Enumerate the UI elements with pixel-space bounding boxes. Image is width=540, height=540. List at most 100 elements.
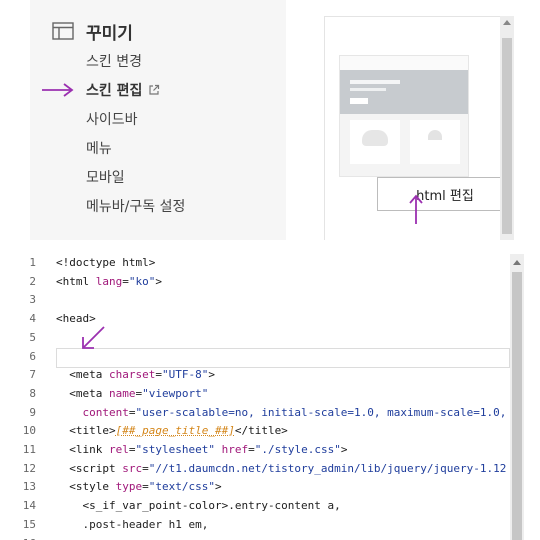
code-line[interactable]: <meta charset="UTF-8"> [56, 366, 215, 385]
code-line[interactable]: <html lang="ko"> [56, 273, 162, 292]
code-text-area[interactable]: <!doctype html> <html lang="ko"> <head> <m… [46, 254, 510, 540]
code-token: <meta [69, 386, 109, 400]
line-number: 4 [29, 312, 36, 326]
annotation-arrow-down-left [82, 326, 105, 349]
code-token: <style [69, 480, 116, 494]
code-token: = [122, 274, 129, 288]
skin-settings-panel: 꾸미기 스킨 변경 스킨 편집 사이드바 메뉴 모바일 메뉴바/구독 설정 ht… [0, 0, 540, 240]
line-number: 11 [22, 443, 36, 456]
code-token: <html [56, 274, 96, 288]
sidebar-item-edit-skin[interactable]: 스킨 편집 [86, 79, 160, 103]
annotation-arrow-right [42, 83, 74, 97]
chair-image [362, 130, 388, 146]
code-token: > [208, 368, 215, 382]
code-line[interactable]: <script src="//t1.daumcdn.net/tistory_ad… [56, 460, 506, 479]
line-number: 14 [22, 499, 36, 513]
sidebar-item-label: 스킨 변경 [86, 54, 142, 70]
sidebar-item-label: 메뉴바/구독 설정 [86, 199, 186, 215]
code-token: lang [95, 274, 123, 288]
sidebar-item-mobile[interactable]: 모바일 [86, 166, 125, 190]
sidebar-item-sidebar[interactable]: 사이드바 [86, 108, 138, 132]
code-token: > [214, 480, 222, 494]
code-token: .post-header h1 em, [56, 517, 209, 531]
line-number: 3 [29, 293, 36, 307]
code-token: rel [109, 443, 129, 456]
skin-thumbnail [339, 55, 469, 177]
menu-title: 꾸미기 [86, 23, 133, 44]
code-token: href [221, 443, 249, 456]
code-token: type [115, 480, 143, 494]
code-token: <script [69, 461, 123, 475]
code-token: = [142, 480, 149, 494]
code-line[interactable]: <!doctype html> [56, 254, 155, 273]
code-line[interactable]: <link rel="stylesheet" href="./style.css… [56, 441, 347, 460]
menu-header: 꾸미기 [52, 20, 133, 44]
line-number: 8 [29, 386, 36, 400]
line-number: 12 [22, 461, 36, 475]
scrollbar-thumb[interactable] [502, 38, 512, 234]
sidebar-item-label: 사이드바 [86, 112, 138, 128]
scroll-up-icon[interactable] [503, 20, 511, 25]
code-token: = [248, 443, 255, 456]
sidebar-item-label: 모바일 [86, 170, 125, 186]
layout-icon [52, 22, 74, 40]
sidebar-item-menu[interactable]: 메뉴 [86, 137, 112, 161]
code-token: name [109, 386, 136, 400]
scroll-up-icon[interactable] [513, 260, 521, 265]
code-line[interactable]: content="user-scalable=no, initial-scale… [56, 404, 507, 423]
code-token: "//t1.daumcdn.net/tistory_admin/lib/jque… [148, 461, 507, 475]
sidebar-item-label: 메뉴 [86, 141, 112, 157]
code-token: "./style.css" [254, 443, 341, 456]
code-line[interactable]: <style type="text/css"> [56, 478, 222, 497]
line-number: 2 [29, 274, 36, 288]
section-divider [0, 240, 540, 254]
html-code-editor[interactable]: 12345678910111213141516 <!doctype html><… [0, 254, 540, 540]
line-number: 7 [29, 368, 36, 382]
code-token: "text/css" [148, 480, 215, 494]
sidebar-item-menubar-subscribe[interactable]: 메뉴바/구독 설정 [86, 195, 185, 219]
line-number: 5 [29, 330, 36, 344]
scrollbar-thumb[interactable] [512, 272, 522, 540]
code-token: "stylesheet" [135, 443, 215, 456]
skin-preview-area: html 편집 [286, 0, 516, 240]
line-number: 10 [22, 424, 36, 438]
annotation-arrow-up [409, 194, 423, 224]
code-line[interactable]: <meta name="viewport" [56, 385, 208, 404]
code-token: [##_page_title_##] [115, 424, 235, 438]
code-token: "user-scalable=no, initial-scale=1.0, ma… [135, 405, 507, 419]
current-line-highlight [56, 348, 510, 368]
code-token: charset [109, 368, 156, 382]
line-number: 13 [22, 480, 36, 494]
code-line[interactable]: <title>[##_page_title_##]</title> [56, 422, 288, 441]
sidebar-item-label: 스킨 편집 [86, 83, 143, 99]
preview-scrollbar[interactable] [500, 16, 514, 240]
line-number: 16 [0, 535, 36, 540]
code-token: <meta [69, 368, 109, 382]
code-token: > [340, 443, 348, 456]
code-line[interactable]: <s_if_var_point-color>.entry-content a, [56, 497, 341, 516]
line-number: 1 [29, 256, 36, 269]
code-token: <s_if_var_point-color> [82, 499, 229, 513]
code-token: .entry-content a, [228, 499, 341, 513]
code-line[interactable] [56, 535, 83, 540]
code-token: <!doctype html> [56, 256, 156, 269]
sidebar-item-change-skin[interactable]: 스킨 변경 [86, 50, 142, 74]
html-edit-button[interactable]: html 편집 [377, 177, 513, 211]
line-number: 6 [29, 349, 36, 363]
external-link-icon [148, 80, 160, 95]
code-line[interactable]: .post-header h1 em, [56, 516, 208, 535]
code-token: </title> [234, 424, 288, 438]
code-token: "viewport" [142, 386, 209, 400]
code-token: = [155, 368, 162, 382]
line-number-gutter: 12345678910111213141516 [0, 254, 46, 540]
editor-scrollbar[interactable] [510, 254, 524, 540]
